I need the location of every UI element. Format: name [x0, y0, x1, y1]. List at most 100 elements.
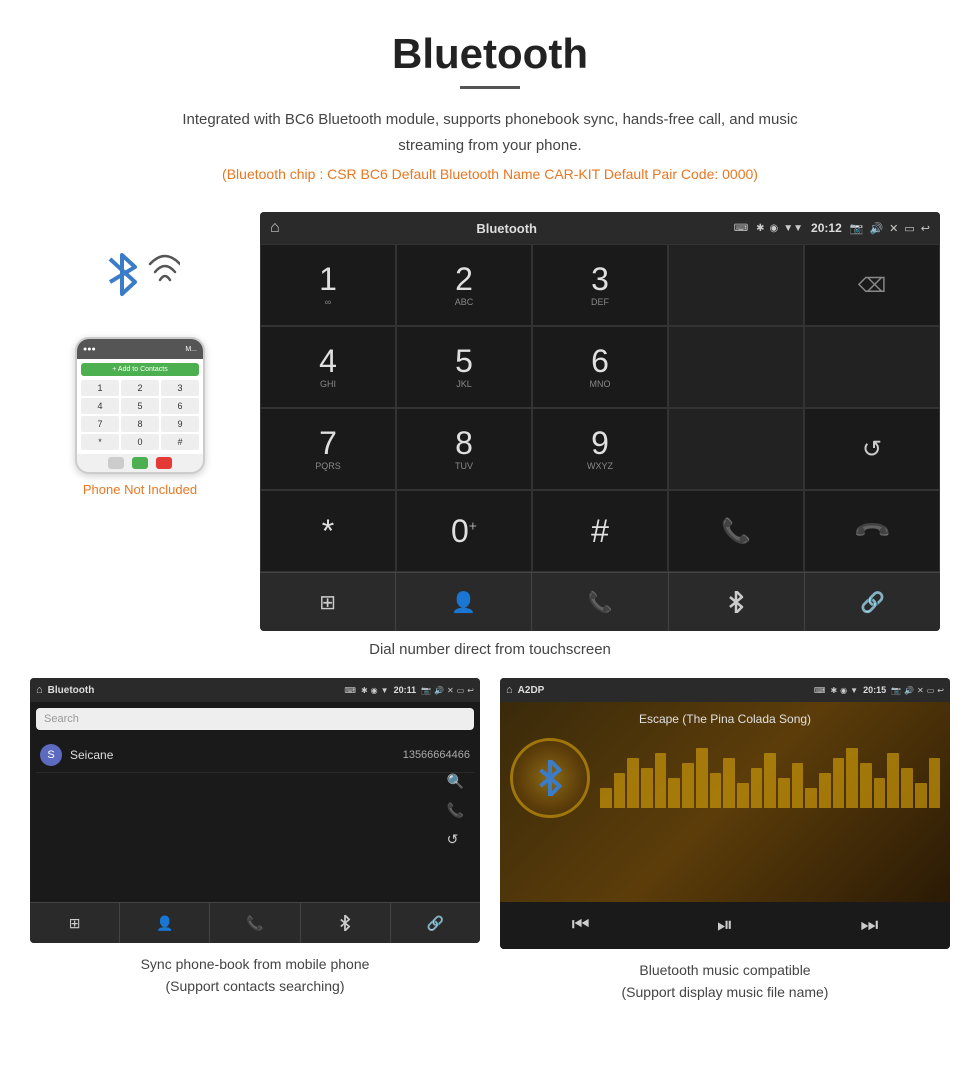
phone-key-star[interactable]: *: [81, 434, 119, 450]
phone-top-bar: ●●●M...: [77, 339, 203, 359]
phonebook-camera-icon[interactable]: 📷: [421, 686, 431, 695]
status-right-icons: 📷 🔊 ✕ ▭ ↩: [850, 222, 930, 235]
dial-key-8[interactable]: 8 TUV: [396, 408, 532, 490]
phone-key-5[interactable]: 5: [121, 398, 159, 414]
phone-key-6[interactable]: 6: [161, 398, 199, 414]
dial-call-btn[interactable]: 📞: [668, 490, 804, 572]
home-icon[interactable]: ⌂: [270, 219, 280, 237]
dial-key-hash[interactable]: #: [532, 490, 668, 572]
toolbar-contacts-btn[interactable]: 👤: [396, 573, 532, 631]
dial-redial[interactable]: ↺: [804, 408, 940, 490]
phonebook-status-bar: ⌂ Bluetooth ⌨ ✱ ◉ ▼ 20:11 📷 🔊 ✕ ▭ ↩: [30, 678, 480, 702]
toolbar-phone-btn[interactable]: 📞: [532, 573, 668, 631]
dial-key-0[interactable]: 0+: [396, 490, 532, 572]
music-back-icon[interactable]: ↩: [937, 686, 944, 695]
phonebook-close-icon[interactable]: ✕: [447, 686, 454, 695]
search-action-icon[interactable]: 🔍: [447, 773, 464, 790]
sync-action-icon[interactable]: ↺: [447, 831, 464, 848]
description: Integrated with BC6 Bluetooth module, su…: [150, 107, 830, 158]
phonebook-home-icon[interactable]: ⌂: [36, 684, 43, 696]
music-album-area: [510, 738, 940, 818]
phonebook-gps-icon: ◉: [371, 686, 378, 695]
close-icon[interactable]: ✕: [889, 222, 898, 235]
phonebook-caption: Sync phone-book from mobile phone (Suppo…: [141, 953, 370, 998]
dial-backspace[interactable]: ⌫: [804, 244, 940, 326]
phone-back-btn: [108, 457, 124, 469]
play-pause-btn[interactable]: ⏯: [707, 910, 743, 941]
back-icon[interactable]: ↩: [921, 222, 930, 235]
signal-status-icon: ▼▼: [783, 223, 803, 234]
dial-key-1[interactable]: 1 ∞: [260, 244, 396, 326]
music-win-icon[interactable]: ▭: [927, 686, 935, 695]
specs-line: (Bluetooth chip : CSR BC6 Default Blueto…: [20, 166, 960, 182]
phone-key-4[interactable]: 4: [81, 398, 119, 414]
dial-key-4[interactable]: 4 GHI: [260, 326, 396, 408]
prev-track-btn[interactable]: ⏮: [562, 910, 600, 941]
search-box[interactable]: Search: [36, 708, 474, 730]
phone-key-hash[interactable]: #: [161, 434, 199, 450]
phone-key-9[interactable]: 9: [161, 416, 199, 432]
camera-icon[interactable]: 📷: [850, 222, 864, 235]
phonebook-toolbar: ⊞ 👤 📞 🔗: [30, 902, 480, 943]
dial-key-9[interactable]: 9 WXYZ: [532, 408, 668, 490]
status-icons-group: ✱ ◉ ▼▼: [756, 223, 803, 234]
next-track-btn[interactable]: ⏭: [850, 910, 888, 941]
music-status-bar: ⌂ A2DP ⌨ ✱ ◉ ▼ 20:15 📷 🔊 ✕ ▭ ↩: [500, 678, 950, 702]
dial-key-star[interactable]: *: [260, 490, 396, 572]
song-title: Escape (The Pina Colada Song): [639, 712, 811, 726]
dial-key-2[interactable]: 2 ABC: [396, 244, 532, 326]
toolbar-link-btn[interactable]: 🔗: [805, 573, 940, 631]
contact-phone: 13566664466: [403, 749, 470, 761]
music-gps-icon: ◉: [840, 686, 847, 695]
music-close-icon[interactable]: ✕: [917, 686, 924, 695]
phone-illustration: ●●●M... + Add to Contacts 1 2 3 4 5 6 7 …: [40, 212, 240, 497]
phone-screen-inner: + Add to Contacts 1 2 3 4 5 6 7 8 9 * 0 …: [77, 359, 203, 454]
contact-avatar: S: [40, 744, 62, 766]
pb-toolbar-bt[interactable]: [301, 903, 391, 943]
music-vol-icon[interactable]: 🔊: [904, 686, 914, 695]
phone-key-8[interactable]: 8: [121, 416, 159, 432]
android-dialpad-screen: ⌂ Bluetooth ⌨ ✱ ◉ ▼▼ 20:12 📷 🔊 ✕ ▭ ↩ 1 ∞: [260, 212, 940, 631]
music-home-icon[interactable]: ⌂: [506, 684, 513, 696]
phonebook-back-icon[interactable]: ↩: [467, 686, 474, 695]
volume-icon[interactable]: 🔊: [869, 222, 883, 235]
music-content: Escape (The Pina Colada Song): [500, 702, 950, 902]
bluetooth-icon: [100, 247, 145, 302]
window-icon[interactable]: ▭: [904, 222, 914, 235]
pb-toolbar-contacts[interactable]: 👤: [120, 903, 210, 943]
music-status-icons: ✱ ◉ ▼: [830, 686, 858, 695]
dial-key-5[interactable]: 5 JKL: [396, 326, 532, 408]
music-camera-icon[interactable]: 📷: [891, 686, 901, 695]
phone-mockup: ●●●M... + Add to Contacts 1 2 3 4 5 6 7 …: [75, 337, 205, 474]
gps-status-icon: ◉: [770, 223, 779, 234]
phone-call-btn: [132, 457, 148, 469]
phone-key-2[interactable]: 2: [121, 380, 159, 396]
dial-empty-4: [668, 408, 804, 490]
call-action-icon[interactable]: 📞: [447, 802, 464, 819]
dial-key-6[interactable]: 6 MNO: [532, 326, 668, 408]
status-time: 20:12: [811, 221, 842, 235]
dial-empty-1: [668, 244, 804, 326]
album-art: [510, 738, 590, 818]
wifi-arcs-icon: [145, 242, 180, 287]
dial-end-btn[interactable]: 📞: [804, 490, 940, 572]
bt-status-icon: ✱: [756, 223, 764, 234]
phone-key-0[interactable]: 0: [121, 434, 159, 450]
pb-toolbar-link[interactable]: 🔗: [391, 903, 480, 943]
phone-key-1[interactable]: 1: [81, 380, 119, 396]
phone-key-3[interactable]: 3: [161, 380, 199, 396]
toolbar-bt-btn[interactable]: [669, 573, 805, 631]
dial-key-3[interactable]: 3 DEF: [532, 244, 668, 326]
phonebook-vol-icon[interactable]: 🔊: [434, 686, 444, 695]
dialpad-screen-title: Bluetooth: [288, 221, 726, 236]
pb-toolbar-apps[interactable]: ⊞: [30, 903, 120, 943]
phonebook-win-icon[interactable]: ▭: [457, 686, 465, 695]
pb-toolbar-phone[interactable]: 📞: [210, 903, 300, 943]
dial-key-7[interactable]: 7 PQRS: [260, 408, 396, 490]
music-time: 20:15: [863, 685, 886, 695]
dial-empty-2: [668, 326, 804, 408]
music-usb-icon: ⌨: [814, 686, 826, 695]
phone-key-7[interactable]: 7: [81, 416, 119, 432]
toolbar-apps-btn[interactable]: ⊞: [260, 573, 396, 631]
music-controls: ⏮ ⏯ ⏭: [500, 902, 950, 949]
